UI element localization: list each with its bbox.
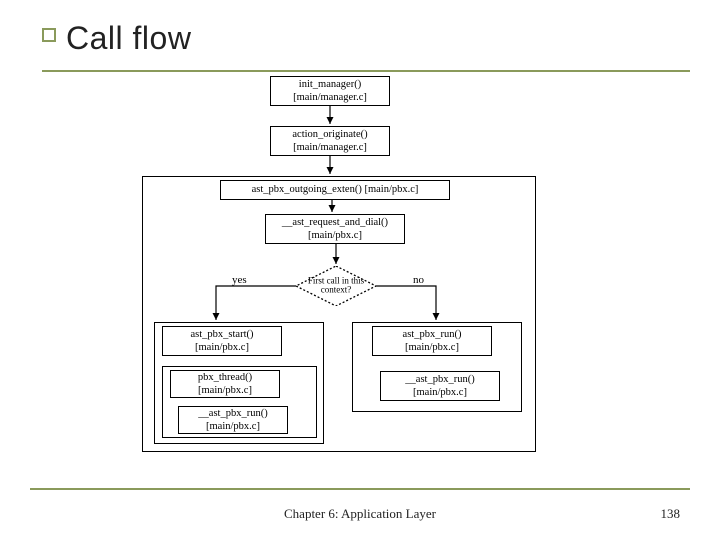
node-ast-pbx-run2: __ast_pbx_run() [main/pbx.c] xyxy=(380,371,500,401)
node-src: [main/pbx.c] xyxy=(163,341,281,354)
node-src: [main/pbx.c] xyxy=(266,229,404,242)
node-outgoing-exten: ast_pbx_outgoing_exten() [main/pbx.c] xyxy=(220,180,450,200)
node-fn: __ast_pbx_run() xyxy=(179,407,287,420)
node-request-dial: __ast_request_and_dial() [main/pbx.c] xyxy=(265,214,405,244)
node-fn: __ast_request_and_dial() xyxy=(266,216,404,229)
label-yes: yes xyxy=(232,274,247,286)
node-text: ast_pbx_outgoing_exten() [main/pbx.c] xyxy=(221,183,449,196)
divider-top xyxy=(42,70,690,72)
node-src: [main/pbx.c] xyxy=(373,341,491,354)
node-fn: action_originate() xyxy=(271,128,389,141)
decision-diamond: First call in this context? xyxy=(296,266,376,306)
node-pbx-run-right: ast_pbx_run() [main/pbx.c] xyxy=(372,326,492,356)
label-no: no xyxy=(413,274,424,286)
node-fn: ast_pbx_run() xyxy=(373,328,491,341)
footer-page-number: 138 xyxy=(661,506,681,522)
flow-diagram: init_manager() [main/manager.c] action_o… xyxy=(120,76,580,476)
node-action-originate: action_originate() [main/manager.c] xyxy=(270,126,390,156)
slide-title: Call flow xyxy=(66,20,191,57)
node-src: [main/manager.c] xyxy=(271,141,389,154)
node-src: [main/pbx.c] xyxy=(381,386,499,399)
node-pbx-start: ast_pbx_start() [main/pbx.c] xyxy=(162,326,282,356)
slide: Call flow init_manager() [main/manager.c… xyxy=(0,0,720,540)
node-pbx-thread: pbx_thread() [main/pbx.c] xyxy=(170,370,280,398)
decision-text: First call in this context? xyxy=(306,277,366,296)
node-fn: init_manager() xyxy=(271,78,389,91)
node-fn: pbx_thread() xyxy=(171,371,279,384)
node-src: [main/manager.c] xyxy=(271,91,389,104)
node-fn: ast_pbx_start() xyxy=(163,328,281,341)
node-ast-pbx-run-inner: __ast_pbx_run() [main/pbx.c] xyxy=(178,406,288,434)
title-bar: Call flow xyxy=(42,20,191,57)
node-fn: __ast_pbx_run() xyxy=(381,373,499,386)
title-bullet-icon xyxy=(42,28,56,42)
node-src: [main/pbx.c] xyxy=(171,384,279,397)
node-init-manager: init_manager() [main/manager.c] xyxy=(270,76,390,106)
node-src: [main/pbx.c] xyxy=(179,420,287,433)
divider-bottom xyxy=(30,488,690,490)
footer-chapter: Chapter 6: Application Layer xyxy=(0,506,720,522)
